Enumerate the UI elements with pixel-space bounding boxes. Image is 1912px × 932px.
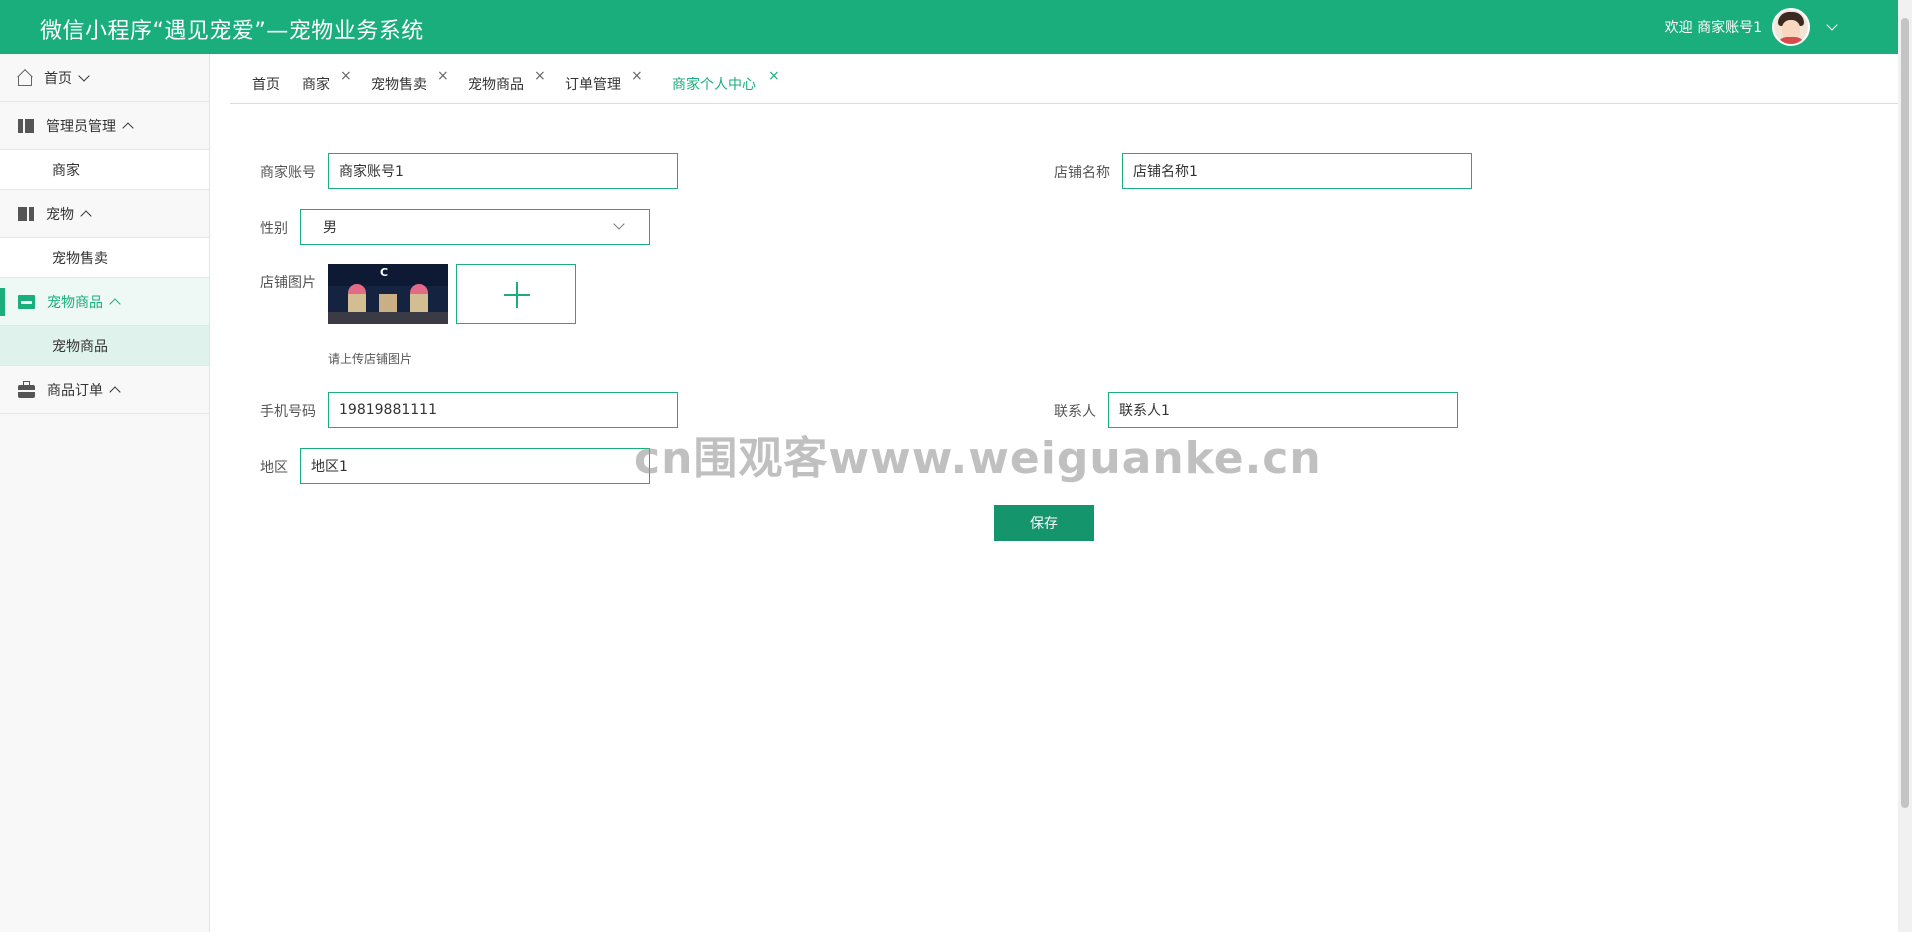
sidebar-item-pet-goods[interactable]: 宠物商品 (0, 278, 209, 326)
account-input[interactable]: 商家账号1 (328, 153, 678, 189)
sidebar-item-label: 宠物 (46, 206, 74, 223)
top-header: 微信小程序“遇见宠爱”—宠物业务系统 欢迎 商家账号1 (0, 0, 1898, 54)
chevron-up-icon (122, 121, 134, 134)
gender-label: 性别 (260, 221, 288, 237)
tab-label: 宠物售卖 (371, 77, 427, 93)
tab-label: 商家 (302, 77, 330, 93)
chevron-up-icon (109, 385, 121, 398)
upload-hint: 请上传店铺图片 (328, 352, 413, 366)
vertical-scrollbar[interactable] (1898, 0, 1912, 932)
home-icon (18, 75, 32, 86)
sidebar-subitem-pet-goods[interactable]: 宠物商品 (0, 326, 209, 366)
sidebar-item-label: 管理员管理 (46, 118, 116, 135)
scrollbar-thumb[interactable] (1901, 18, 1909, 808)
tab-pet-sale[interactable]: 宠物售卖 × (371, 68, 449, 94)
book-icon (18, 206, 34, 221)
gender-value: 男 (323, 220, 337, 236)
user-menu[interactable]: 欢迎 商家账号1 (1665, 8, 1838, 46)
close-icon[interactable]: × (340, 68, 352, 84)
tab-label: 订单管理 (565, 77, 621, 93)
close-icon[interactable]: × (631, 68, 643, 84)
app-title: 微信小程序“遇见宠爱”—宠物业务系统 (40, 19, 424, 44)
sidebar-item-label: 首页 (44, 70, 72, 87)
shop-image-thumbnail[interactable]: C (328, 264, 448, 324)
contact-label: 联系人 (1054, 404, 1096, 420)
chevron-down-icon[interactable] (1826, 19, 1838, 31)
shop-sign-text: C (380, 266, 389, 279)
tab-bar: 首页 商家 × 宠物售卖 × 宠物商品 × 订单管理 × 商家个人中心 × (230, 64, 1898, 104)
tab-order-management[interactable]: 订单管理 × (565, 68, 643, 94)
chevron-up-icon (80, 209, 92, 222)
tab-label: 宠物商品 (468, 77, 524, 93)
tab-home[interactable]: 首页 (252, 74, 280, 94)
sidebar-item-label: 商品订单 (47, 382, 103, 399)
sidebar: 首页 管理员管理 商家 宠物 宠物售卖 宠物商品 宠物商品 商品订单 (0, 54, 210, 932)
sidebar-subitem-pet-sale[interactable]: 宠物售卖 (0, 238, 209, 278)
sidebar-item-admin[interactable]: 管理员管理 (0, 102, 209, 150)
shop-name-input[interactable]: 店铺名称1 (1122, 153, 1472, 189)
tab-pet-goods[interactable]: 宠物商品 × (468, 68, 546, 94)
image-upload-button[interactable] (456, 264, 576, 324)
region-label: 地区 (260, 460, 288, 476)
tab-merchant[interactable]: 商家 × (302, 68, 352, 94)
avatar[interactable] (1772, 8, 1810, 46)
region-input[interactable]: 地区1 (300, 448, 650, 484)
close-icon[interactable]: × (768, 68, 780, 84)
sidebar-item-label: 宠物商品 (47, 294, 103, 311)
tab-label: 首页 (252, 77, 280, 93)
account-label: 商家账号 (260, 165, 316, 181)
close-icon[interactable]: × (437, 68, 449, 84)
welcome-text: 欢迎 商家账号1 (1664, 20, 1762, 36)
bag-icon (18, 381, 35, 398)
book-icon (18, 118, 34, 133)
tab-merchant-profile[interactable]: 商家个人中心 × (672, 68, 780, 94)
tab-label: 商家个人中心 (672, 77, 756, 93)
sidebar-item-goods-order[interactable]: 商品订单 (0, 366, 209, 414)
gender-select[interactable]: 男 (300, 209, 650, 245)
chevron-down-icon (613, 218, 625, 230)
sidebar-item-pet[interactable]: 宠物 (0, 190, 209, 238)
phone-label: 手机号码 (260, 404, 316, 420)
sidebar-item-home[interactable]: 首页 (0, 54, 209, 102)
shop-icon (18, 294, 35, 309)
chevron-up-icon (109, 297, 121, 310)
shop-image-label: 店铺图片 (260, 275, 316, 291)
watermark-text: cn围观客www.weiguanke.cn (634, 433, 1322, 484)
save-button[interactable]: 保存 (994, 505, 1094, 541)
sidebar-subitem-merchant[interactable]: 商家 (0, 150, 209, 190)
close-icon[interactable]: × (534, 68, 546, 84)
phone-input[interactable]: 19819881111 (328, 392, 678, 428)
chevron-down-icon (78, 69, 90, 82)
shop-name-label: 店铺名称 (1054, 165, 1110, 181)
